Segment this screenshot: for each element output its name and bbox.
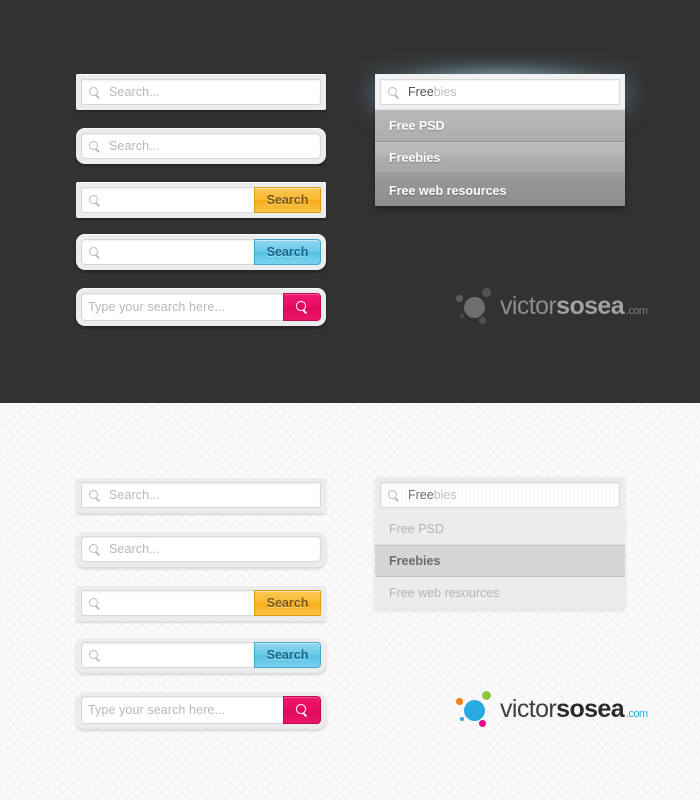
brand-logo-dark: victor sosea .com	[453, 286, 648, 326]
search-input-placeholder: Search...	[109, 542, 160, 556]
search-input-placeholder: Type your search here...	[88, 300, 226, 314]
search-input-well[interactable]: Search...	[81, 536, 321, 562]
logo-mark	[453, 689, 497, 729]
search-input-placeholder: Search...	[109, 488, 160, 502]
search-submit-icon-button[interactable]	[283, 293, 321, 321]
logo-text-sosea: sosea	[556, 694, 625, 723]
dark-search-box-pink-icon-button[interactable]: Type your search here...	[76, 288, 326, 326]
logo-dot-green	[482, 288, 491, 297]
box-frame: Search...	[76, 128, 326, 164]
dark-search-box-plain-square[interactable]: Search...	[76, 74, 326, 110]
search-input-well[interactable]	[81, 642, 254, 668]
logo-dot-small	[460, 314, 464, 318]
box-frame: Search	[76, 585, 326, 621]
logo-dot-orange	[456, 295, 463, 302]
logo-dot-small	[460, 717, 464, 721]
logo-dot-green	[482, 691, 491, 700]
box-frame: Search	[76, 182, 326, 218]
dark-theme-panel: Search... Search... Search Search Type y…	[0, 0, 700, 403]
light-search-box-pink-icon-button[interactable]: Type your search here...	[76, 691, 326, 729]
box-frame: Search...	[76, 531, 326, 567]
brand-logo-color: victor sosea .com	[453, 689, 648, 729]
search-icon	[88, 246, 101, 259]
search-icon	[88, 194, 101, 207]
search-input-well[interactable]	[81, 239, 254, 265]
logo-dot-orange	[456, 698, 463, 705]
search-input-well[interactable]: Type your search here...	[81, 293, 283, 321]
autocomplete-typed-text: Free	[408, 488, 434, 502]
autocomplete-typed-text: Free	[408, 85, 434, 99]
search-icon	[88, 489, 101, 502]
logo-dot-magenta	[479, 720, 486, 727]
search-icon	[88, 140, 101, 153]
search-submit-button[interactable]: Search	[254, 187, 321, 213]
box-frame: Search...	[76, 74, 326, 110]
search-icon	[88, 86, 101, 99]
search-submit-icon-button[interactable]	[283, 696, 321, 724]
search-icon	[295, 300, 309, 314]
suggestion-item-selected[interactable]: Freebies	[375, 545, 625, 577]
box-frame: Type your search here...	[76, 288, 326, 326]
search-input-placeholder: Type your search here...	[88, 703, 226, 717]
autocomplete-suggested-text: bies	[433, 85, 457, 99]
search-icon	[88, 543, 101, 556]
light-search-box-yellow-button[interactable]: Search	[76, 585, 326, 621]
search-input-well[interactable]: Search...	[81, 482, 321, 508]
logo-text-com: .com	[626, 707, 648, 720]
autocomplete-input[interactable]: Free bies	[380, 79, 620, 105]
autocomplete-field-frame: Free bies	[375, 477, 625, 513]
search-input-well[interactable]: Search...	[81, 133, 321, 159]
search-icon	[88, 597, 101, 610]
box-frame: Search...	[76, 477, 326, 513]
autocomplete-suggested-text: bies	[433, 488, 457, 502]
autocomplete-suggestion-list: Free PSD Freebies Free web resources	[375, 110, 625, 206]
logo-wordmark: victor sosea .com	[500, 291, 648, 320]
autocomplete-input[interactable]: Free bies	[380, 482, 620, 508]
suggestion-item-selected[interactable]: Freebies	[375, 142, 625, 174]
light-theme-panel: Search... Search... Search Search Type y…	[0, 403, 700, 800]
box-frame: Search	[76, 637, 326, 673]
autocomplete-suggestion-list: Free PSD Freebies Free web resources	[375, 513, 625, 609]
logo-dot-magenta	[479, 317, 486, 324]
logo-mark	[453, 286, 497, 326]
logo-text-com: .com	[626, 304, 648, 317]
search-icon	[387, 86, 400, 99]
suggestion-item[interactable]: Free PSD	[375, 110, 625, 142]
box-frame: Type your search here...	[76, 691, 326, 729]
logo-wordmark: victor sosea .com	[500, 694, 648, 723]
suggestion-item[interactable]: Free PSD	[375, 513, 625, 545]
search-input-well[interactable]	[81, 590, 254, 616]
search-input-well[interactable]: Search...	[81, 79, 321, 105]
logo-text-victor: victor	[500, 291, 557, 320]
search-input-placeholder: Search...	[109, 139, 160, 153]
search-input-well[interactable]	[81, 187, 254, 213]
dark-search-box-blue-button[interactable]: Search	[76, 234, 326, 270]
light-search-box-blue-button[interactable]: Search	[76, 637, 326, 673]
logo-dot-main	[464, 700, 485, 721]
search-input-placeholder: Search...	[109, 85, 160, 99]
search-icon	[387, 489, 400, 502]
logo-dot-main	[464, 297, 485, 318]
ui-kit-stage: Search... Search... Search Search Type y…	[0, 0, 700, 800]
dark-search-box-yellow-button[interactable]: Search	[76, 182, 326, 218]
light-search-box-plain-square[interactable]: Search...	[76, 477, 326, 513]
light-autocomplete-widget[interactable]: Free bies Free PSD Freebies Free web reso…	[375, 477, 625, 609]
suggestion-item[interactable]: Free web resources	[375, 174, 625, 206]
search-icon	[88, 649, 101, 662]
light-search-box-plain-rounded[interactable]: Search...	[76, 531, 326, 567]
dark-autocomplete-widget[interactable]: Free bies Free PSD Freebies Free web reso…	[363, 62, 637, 206]
search-input-well[interactable]: Type your search here...	[81, 696, 283, 724]
autocomplete-field-frame: Free bies	[375, 74, 625, 110]
search-submit-button[interactable]: Search	[254, 239, 321, 265]
search-submit-button[interactable]: Search	[254, 590, 321, 616]
dark-search-box-plain-rounded[interactable]: Search...	[76, 128, 326, 164]
logo-text-victor: victor	[500, 694, 557, 723]
search-icon	[295, 703, 309, 717]
suggestion-item[interactable]: Free web resources	[375, 577, 625, 609]
box-frame: Search	[76, 234, 326, 270]
logo-text-sosea: sosea	[556, 291, 625, 320]
search-submit-button[interactable]: Search	[254, 642, 321, 668]
